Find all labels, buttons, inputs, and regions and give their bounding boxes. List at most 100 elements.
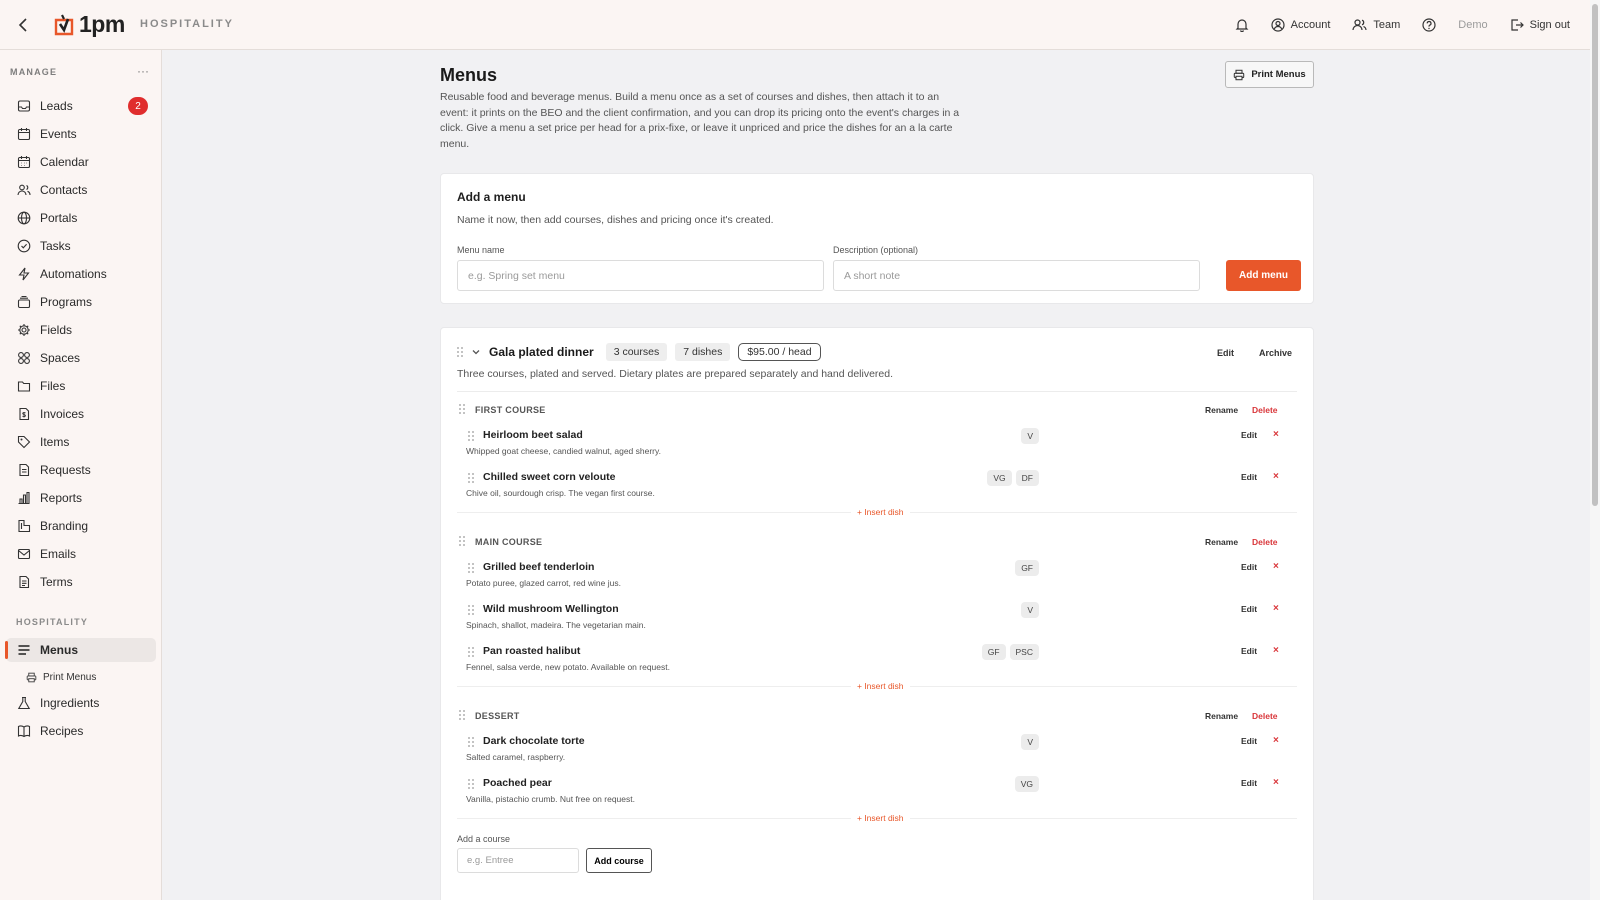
chevron-down-icon[interactable] — [471, 347, 481, 357]
sidebar-item-fields[interactable]: Fields — [6, 318, 156, 342]
edit-dish-button[interactable]: Edit — [1241, 562, 1257, 572]
dish-name: Wild mushroom Wellington — [483, 603, 619, 615]
archive-menu-button[interactable]: Archive — [1259, 348, 1292, 358]
sidebar-item-files[interactable]: Files — [6, 374, 156, 398]
help-button[interactable] — [1422, 18, 1436, 32]
course-drag-handle[interactable] — [459, 536, 465, 546]
edit-dish-button[interactable]: Edit — [1241, 778, 1257, 788]
course-header-main-course: MAIN COURSE Rename Delete — [457, 535, 1297, 551]
sidebar-item-tasks[interactable]: Tasks — [6, 234, 156, 258]
dish-drag-handle[interactable] — [468, 737, 474, 747]
remove-dish-button[interactable]: × — [1273, 471, 1279, 482]
brand-logo[interactable]: 1pm — [52, 11, 125, 38]
remove-dish-button[interactable]: × — [1273, 777, 1279, 788]
sidebar-item-calendar[interactable]: Calendar — [6, 150, 156, 174]
sidebar-subitem-print-menus[interactable]: Print Menus — [26, 668, 96, 686]
sidebar-item-terms[interactable]: Terms — [6, 570, 156, 594]
menu-name-label: Menu name — [457, 245, 505, 255]
sign-out-icon — [1511, 19, 1524, 31]
add-course-button[interactable]: Add course — [586, 848, 652, 873]
add-menu-title: Add a menu — [457, 190, 526, 204]
dish-drag-handle[interactable] — [468, 563, 474, 573]
insert-dish-button[interactable]: + Insert dish — [851, 507, 910, 517]
dietary-tags: V — [1021, 428, 1039, 444]
dish-count-pill: 7 dishes — [675, 343, 731, 361]
sidebar-item-events[interactable]: Events — [6, 122, 156, 146]
edit-dish-button[interactable]: Edit — [1241, 604, 1257, 614]
page-scrollbar[interactable] — [1590, 0, 1600, 900]
demo-label: Demo — [1458, 19, 1488, 31]
sidebar-item-contacts[interactable]: Contacts — [6, 178, 156, 202]
add-menu-button[interactable]: Add menu — [1226, 260, 1301, 291]
remove-dish-button[interactable]: × — [1273, 735, 1279, 746]
sidebar-item-label: Portals — [40, 211, 78, 225]
dish-drag-handle[interactable] — [468, 779, 474, 789]
sidebar-item-reports[interactable]: Reports — [6, 486, 156, 510]
mail-icon — [17, 548, 31, 560]
users-icon — [17, 184, 31, 196]
sidebar-item-portals[interactable]: Portals — [6, 206, 156, 230]
delete-course-button[interactable]: Delete — [1252, 537, 1278, 547]
dish-drag-handle[interactable] — [468, 473, 474, 483]
edit-menu-button[interactable]: Edit — [1217, 348, 1234, 358]
dish-drag-handle[interactable] — [468, 647, 474, 657]
scrollbar-thumb[interactable] — [1592, 4, 1598, 506]
course-drag-handle[interactable] — [459, 710, 465, 720]
sidebar-item-spaces[interactable]: Spaces — [6, 346, 156, 370]
course-count-pill: 3 courses — [605, 343, 668, 361]
demo-link[interactable]: Demo — [1458, 19, 1487, 31]
insert-dish-button[interactable]: + Insert dish — [851, 681, 910, 691]
edit-dish-button[interactable]: Edit — [1241, 430, 1257, 440]
dish-drag-handle[interactable] — [468, 605, 474, 615]
menu-drag-handle[interactable] — [457, 347, 463, 357]
remove-dish-button[interactable]: × — [1273, 645, 1279, 656]
more-options-button[interactable]: ··· — [137, 64, 149, 78]
sidebar-item-branding[interactable]: Branding — [6, 514, 156, 538]
dietary-tag: DF — [1015, 470, 1039, 486]
sidebar-item-requests[interactable]: Requests — [6, 458, 156, 482]
sign-out-button[interactable]: Sign out — [1510, 18, 1570, 32]
rename-course-button[interactable]: Rename — [1205, 405, 1238, 415]
sidebar-item-label: Leads — [40, 99, 73, 113]
sidebar-item-menus[interactable]: Menus — [5, 638, 156, 662]
sidebar-item-ingredients[interactable]: Ingredients — [6, 691, 156, 715]
delete-course-button[interactable]: Delete — [1252, 405, 1278, 415]
edit-dish-button[interactable]: Edit — [1241, 736, 1257, 746]
dietary-tags: GF PSC — [981, 644, 1039, 660]
edit-dish-button[interactable]: Edit — [1241, 646, 1257, 656]
menu-description-input[interactable] — [833, 260, 1200, 291]
dietary-tag: VG — [987, 470, 1012, 486]
sidebar-item-leads[interactable]: Leads 2 — [6, 94, 156, 118]
remove-dish-button[interactable]: × — [1273, 429, 1279, 440]
remove-dish-button[interactable]: × — [1273, 603, 1279, 614]
notifications-button[interactable] — [1235, 18, 1249, 32]
account-button[interactable]: Account — [1271, 18, 1330, 32]
sidebar-item-invoices[interactable]: Invoices — [6, 402, 156, 426]
back-button[interactable] — [14, 15, 34, 35]
remove-dish-button[interactable]: × — [1273, 561, 1279, 572]
delete-course-button[interactable]: Delete — [1252, 711, 1278, 721]
dish-drag-handle[interactable] — [468, 431, 474, 441]
insert-dish-button[interactable]: + Insert dish — [851, 813, 910, 823]
course-header-dessert: DESSERT Rename Delete — [457, 709, 1297, 725]
print-menus-button[interactable]: Print Menus — [1225, 61, 1314, 88]
sidebar-item-items[interactable]: Items — [6, 430, 156, 454]
dish-description: Vanilla, pistachio crumb. Nut free on re… — [466, 794, 635, 804]
course-drag-handle[interactable] — [459, 404, 465, 414]
hospitality-header: HOSPITALITY — [16, 617, 89, 627]
menu-name-input[interactable] — [457, 260, 824, 291]
edit-dish-button[interactable]: Edit — [1241, 472, 1257, 482]
rename-course-button[interactable]: Rename — [1205, 537, 1238, 547]
sidebar-item-automations[interactable]: Automations — [6, 262, 156, 286]
sidebar-item-recipes[interactable]: Recipes — [6, 719, 156, 743]
dietary-tags: V — [1021, 602, 1039, 618]
team-button[interactable]: Team — [1352, 18, 1400, 32]
sidebar-item-emails[interactable]: Emails — [6, 542, 156, 566]
chevron-left-icon — [18, 18, 27, 32]
folder-icon — [17, 381, 31, 392]
price-per-head-pill: $95.00 / head — [738, 343, 821, 361]
sidebar-item-programs[interactable]: Programs — [6, 290, 156, 314]
course-name-input[interactable] — [457, 848, 579, 873]
rename-course-button[interactable]: Rename — [1205, 711, 1238, 721]
sidebar-item-label: Items — [40, 435, 70, 449]
